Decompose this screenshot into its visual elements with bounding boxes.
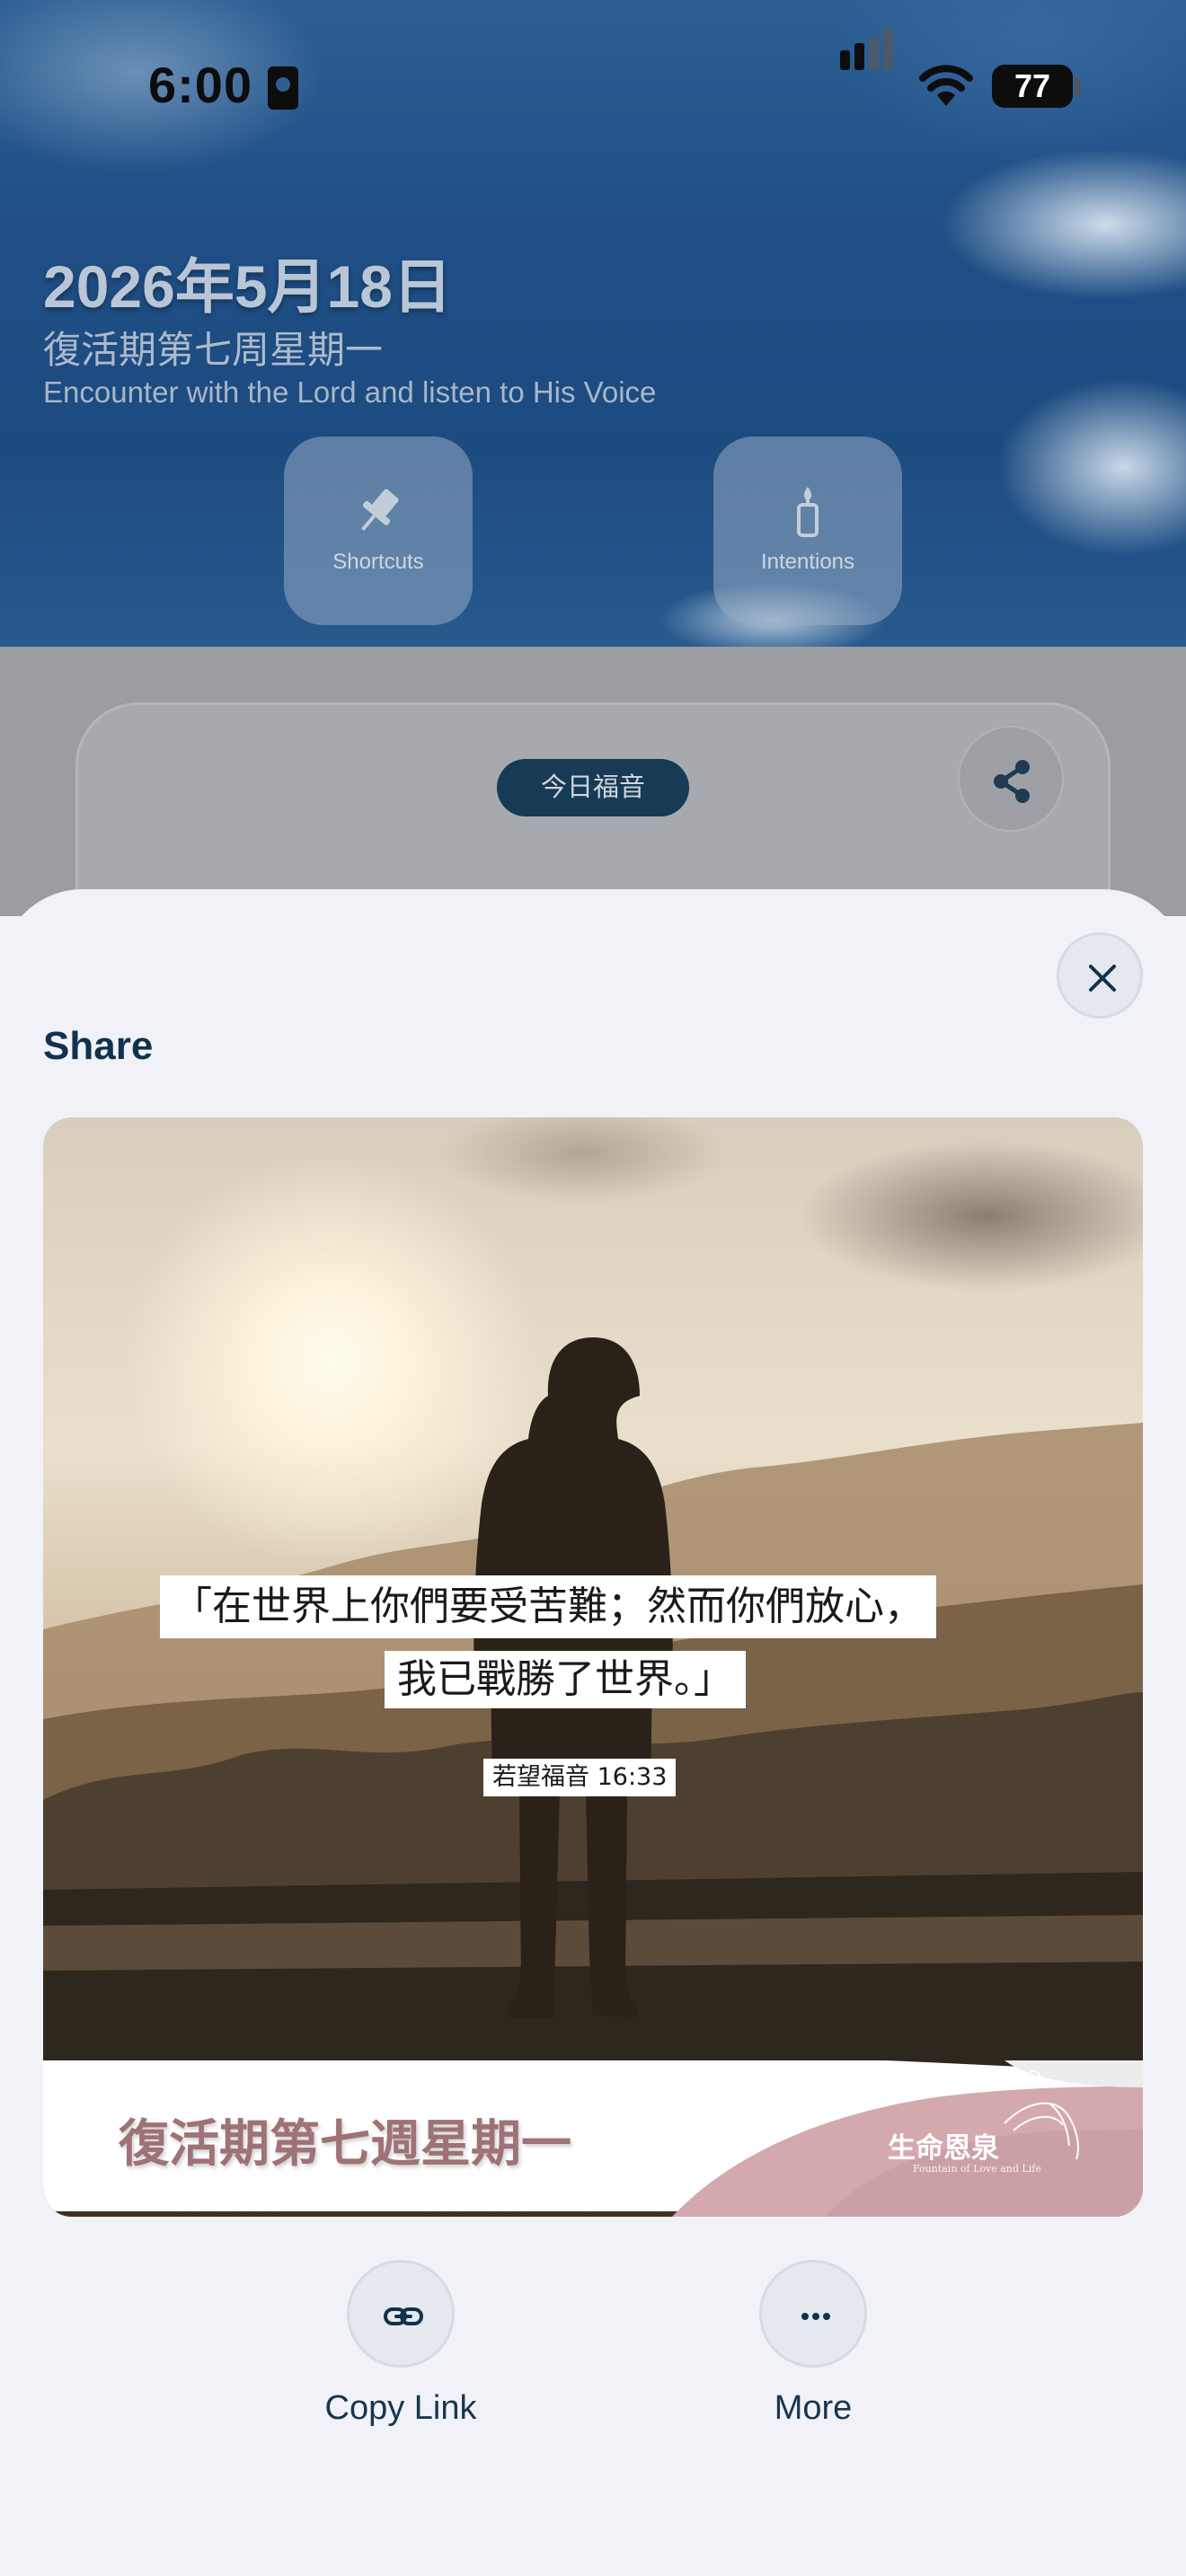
intentions-button[interactable]: Intentions <box>713 437 902 625</box>
candle-icon <box>797 487 819 537</box>
quote-line-2: 我已戰勝了世界。」 <box>385 1651 746 1708</box>
hero-tagline: Encounter with the Lord and listen to Hi… <box>43 375 657 409</box>
intentions-label: Intentions <box>760 550 855 574</box>
quote-line-1: 「在世界上你們要受苦難；然而你們放心， <box>160 1575 936 1638</box>
status-time: 6:00 <box>148 57 253 113</box>
status-bar: 6:00 77 <box>0 0 1186 171</box>
wifi-icon <box>919 65 973 106</box>
gospel-tag: 今日福音 <box>497 759 689 816</box>
link-icon <box>384 2307 423 2325</box>
shortcuts-button[interactable]: Shortcuts <box>284 437 473 625</box>
logo-text: 生命恩泉 <box>888 2132 999 2165</box>
battery-icon: 77 <box>992 65 1073 108</box>
battery-cap <box>1075 77 1080 95</box>
more-label: More <box>774 2389 853 2427</box>
card-share-button[interactable] <box>958 726 1064 832</box>
share-image-preview: 「在世界上你們要受苦難；然而你們放心， 我已戰勝了世界。」 若望福音 16:33… <box>43 1117 1143 2217</box>
pin-icon <box>361 489 399 531</box>
shortcuts-label: Shortcuts <box>332 550 424 574</box>
share-icon <box>994 760 1030 803</box>
copy-link-button[interactable] <box>347 2260 455 2368</box>
copy-link-label: Copy Link <box>324 2389 477 2427</box>
preview-footer-title: 復活期第七週星期一 <box>119 2115 571 2174</box>
close-button[interactable] <box>1057 932 1143 1019</box>
hero-liturgical-day: 復活期第七周星期一 <box>43 329 384 371</box>
share-title: Share <box>43 1024 154 1068</box>
quote-reference: 若望福音 16:33 <box>483 1759 677 1796</box>
ellipsis-icon <box>801 2313 830 2320</box>
close-icon <box>1089 965 1116 992</box>
hero-date: 2026年5月18日 <box>43 253 452 320</box>
logo-subtext: Fountain of Love and Life <box>913 2163 1041 2175</box>
more-button[interactable] <box>759 2260 867 2368</box>
contact-card-icon <box>268 66 298 110</box>
